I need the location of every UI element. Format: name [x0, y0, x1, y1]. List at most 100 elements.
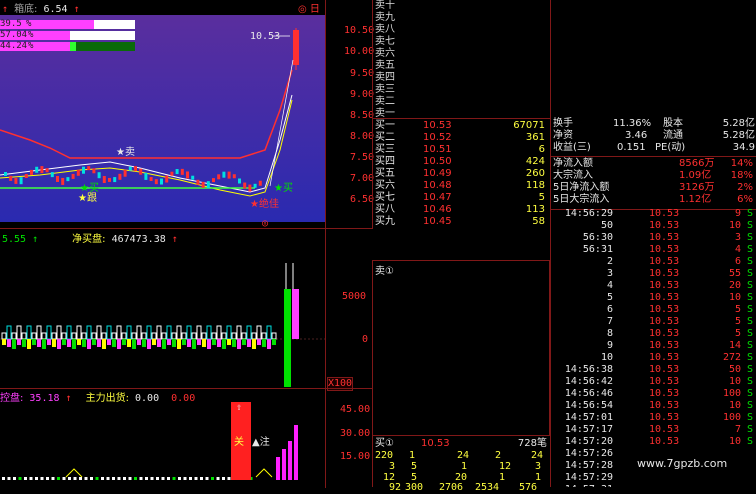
candle: [248, 184, 252, 192]
candle: [24, 174, 28, 179]
control-bar: [156, 477, 159, 480]
flow-bar: [127, 339, 131, 347]
candle: [201, 181, 205, 188]
volume-bar: [51, 332, 57, 340]
flow-bar: [97, 339, 101, 347]
flow-bar: [102, 339, 106, 349]
volume-bar: [16, 325, 22, 340]
flow-block: 净流入额 8566万 14% 大宗流入 1.09亿 18% 5日净流入额 3126万 2% …: [551, 156, 756, 210]
control-bar: [205, 477, 209, 480]
flow-bar: [242, 339, 246, 345]
buy-level-row[interactable]: 买七 10.47 5: [375, 192, 545, 204]
flow-bar: [12, 339, 16, 349]
tick-row: 50 10.53 10 S: [600, 220, 753, 231]
flow-bar: [177, 339, 181, 349]
marker-guan: 关: [234, 437, 244, 448]
volume-bar: [231, 332, 237, 340]
flow-bar: [207, 339, 211, 349]
flow-bar: [262, 339, 266, 347]
volume-bar: [36, 325, 42, 340]
buy-level-row[interactable]: 买二 10.52 361: [375, 132, 545, 144]
candle: [61, 177, 65, 185]
volume-svg: [0, 263, 325, 387]
flow-bar: [187, 339, 191, 347]
flow-bar: [22, 339, 26, 347]
indicator-svg: [2, 402, 298, 480]
volume-bar: [111, 332, 117, 340]
tick-row: 14:57:29: [564, 472, 613, 483]
watermark: www.7gpzb.com: [637, 457, 728, 470]
buy-level-row[interactable]: 买三 10.51 6: [375, 144, 545, 156]
tick-row: 56:31 10.53 4 S: [582, 244, 753, 255]
flow-bar: [247, 339, 251, 347]
flow-bar: [112, 339, 116, 347]
volume-bar: [241, 332, 247, 340]
flow-bar: [212, 339, 216, 345]
price-chart-pane[interactable]: ↑ 箱底: 6.54 ↑ ◎ 日 39.5 % 57.04 % 44.24 % …: [0, 0, 325, 229]
control-bar: [46, 477, 49, 480]
indicator-pane[interactable]: 控盘: 35.18 ↑ 主力出货: 0.00 0.00 ⇧ 关 ▲注: [0, 388, 325, 488]
buy-queue-box[interactable]: 买① 10.53 728笔 220 1 24 2 24 3 5 1 12 3 12 5 20 1 1 9…: [372, 436, 551, 493]
buy-level-row[interactable]: 买六 10.48 118: [375, 180, 545, 192]
candle: [113, 177, 117, 183]
candle: [186, 171, 189, 179]
flow-bar: [167, 339, 171, 345]
info-panel: 换手 11.36% 股本 5.28亿 净资 3.46 流通 5.28亿 收益(三) 0.151…: [550, 0, 756, 487]
candle: [180, 168, 184, 175]
control-bar: [51, 477, 55, 480]
volume-bar: [41, 332, 47, 340]
buy-level-row[interactable]: 买九 10.45 58: [375, 216, 545, 228]
volume-bar: [261, 332, 267, 340]
volume-bar: [81, 332, 87, 340]
flow-bar: [42, 339, 46, 349]
flow-bar: [257, 339, 261, 345]
candle: [118, 173, 122, 180]
flow-bar: [82, 339, 86, 347]
volume-bar: [121, 332, 127, 340]
candle: [123, 169, 127, 177]
tick-row: 14:56:42 10.53 10 S: [564, 376, 753, 387]
volume-bar: [186, 325, 192, 340]
candle: [97, 172, 101, 179]
buy-level-row[interactable]: 买八 10.46 113: [375, 204, 545, 216]
tick-list[interactable]: 14:56:29 10.53 9 S 50 10.53 10 S 56:30 10.53 3 S 56:…: [553, 208, 755, 487]
control-bar: [24, 477, 27, 480]
candle: [165, 175, 169, 183]
marker-stop: ★绝佳: [250, 199, 279, 210]
flow-bar: [77, 339, 81, 345]
volume-bar: [246, 325, 252, 340]
candle: [170, 171, 174, 176]
flow-bar: [122, 339, 126, 345]
flow-bar: [142, 339, 146, 347]
sell-queue-box[interactable]: 卖①: [372, 260, 550, 436]
candle: [14, 177, 18, 184]
volume-bar: [116, 325, 122, 340]
volume-pane[interactable]: 5.55 ↑ 净买盘: 467473.38 ↑: [0, 228, 325, 389]
flow-bar: [137, 339, 141, 345]
tick-row: 56:30 10.53 3 S: [582, 232, 753, 243]
volume-bar: [146, 325, 152, 340]
candle: [50, 172, 54, 178]
control-bar: [79, 477, 82, 480]
volume-bar: [166, 325, 172, 340]
buy-level-row[interactable]: 买五 10.49 260: [375, 168, 545, 180]
flow-bar: [202, 339, 206, 347]
flow-bar: [47, 339, 51, 345]
candle: [196, 179, 200, 185]
tick-row: 6 10.53 5 S: [606, 304, 753, 315]
control-bar: [139, 477, 143, 480]
candle: [149, 176, 153, 181]
volume-bar: [236, 325, 242, 340]
flow-bar: [172, 339, 176, 347]
flow-bar: [87, 339, 91, 349]
control-bar: [95, 477, 99, 480]
volume-bar: [171, 332, 177, 340]
candle: [66, 177, 70, 182]
tick-row: 14:57:20 10.53 10 S: [564, 436, 753, 447]
buy-level-row[interactable]: 买四 10.50 424: [375, 156, 545, 168]
volume-bar: [191, 332, 197, 340]
flow-bar: [62, 339, 66, 345]
control-bar: [7, 477, 11, 480]
flow-bar: [32, 339, 36, 345]
buy-level-row[interactable]: 买一 10.53 67071: [375, 120, 545, 132]
